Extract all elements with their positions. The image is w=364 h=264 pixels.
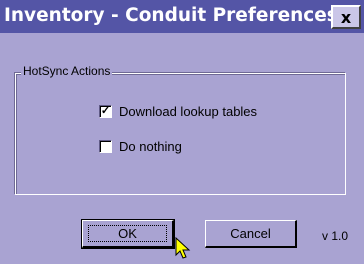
close-icon: x bbox=[340, 7, 352, 27]
download-lookup-tables-checkbox[interactable]: ✓ bbox=[99, 105, 112, 118]
do-nothing-checkbox[interactable] bbox=[99, 140, 112, 153]
download-lookup-tables-label: Download lookup tables bbox=[119, 104, 258, 119]
cancel-button[interactable]: Cancel bbox=[205, 220, 297, 248]
cancel-label: Cancel bbox=[230, 226, 271, 241]
download-lookup-tables-option[interactable]: ✓ Download lookup tables bbox=[99, 104, 257, 119]
do-nothing-option[interactable]: Do nothing bbox=[99, 139, 182, 154]
mouse-pointer-icon bbox=[175, 237, 191, 259]
hotsync-actions-group bbox=[15, 73, 346, 195]
version-label: v 1.0 bbox=[322, 229, 349, 243]
ok-button[interactable]: OK bbox=[81, 219, 175, 249]
group-legend: HotSync Actions bbox=[21, 64, 113, 78]
window-title: Inventory - Conduit Preferences bbox=[4, 5, 338, 26]
title-bar: Inventory - Conduit Preferences x bbox=[0, 0, 364, 33]
close-button[interactable]: x bbox=[331, 5, 361, 29]
do-nothing-label: Do nothing bbox=[119, 139, 182, 154]
focus-rectangle bbox=[88, 225, 167, 242]
